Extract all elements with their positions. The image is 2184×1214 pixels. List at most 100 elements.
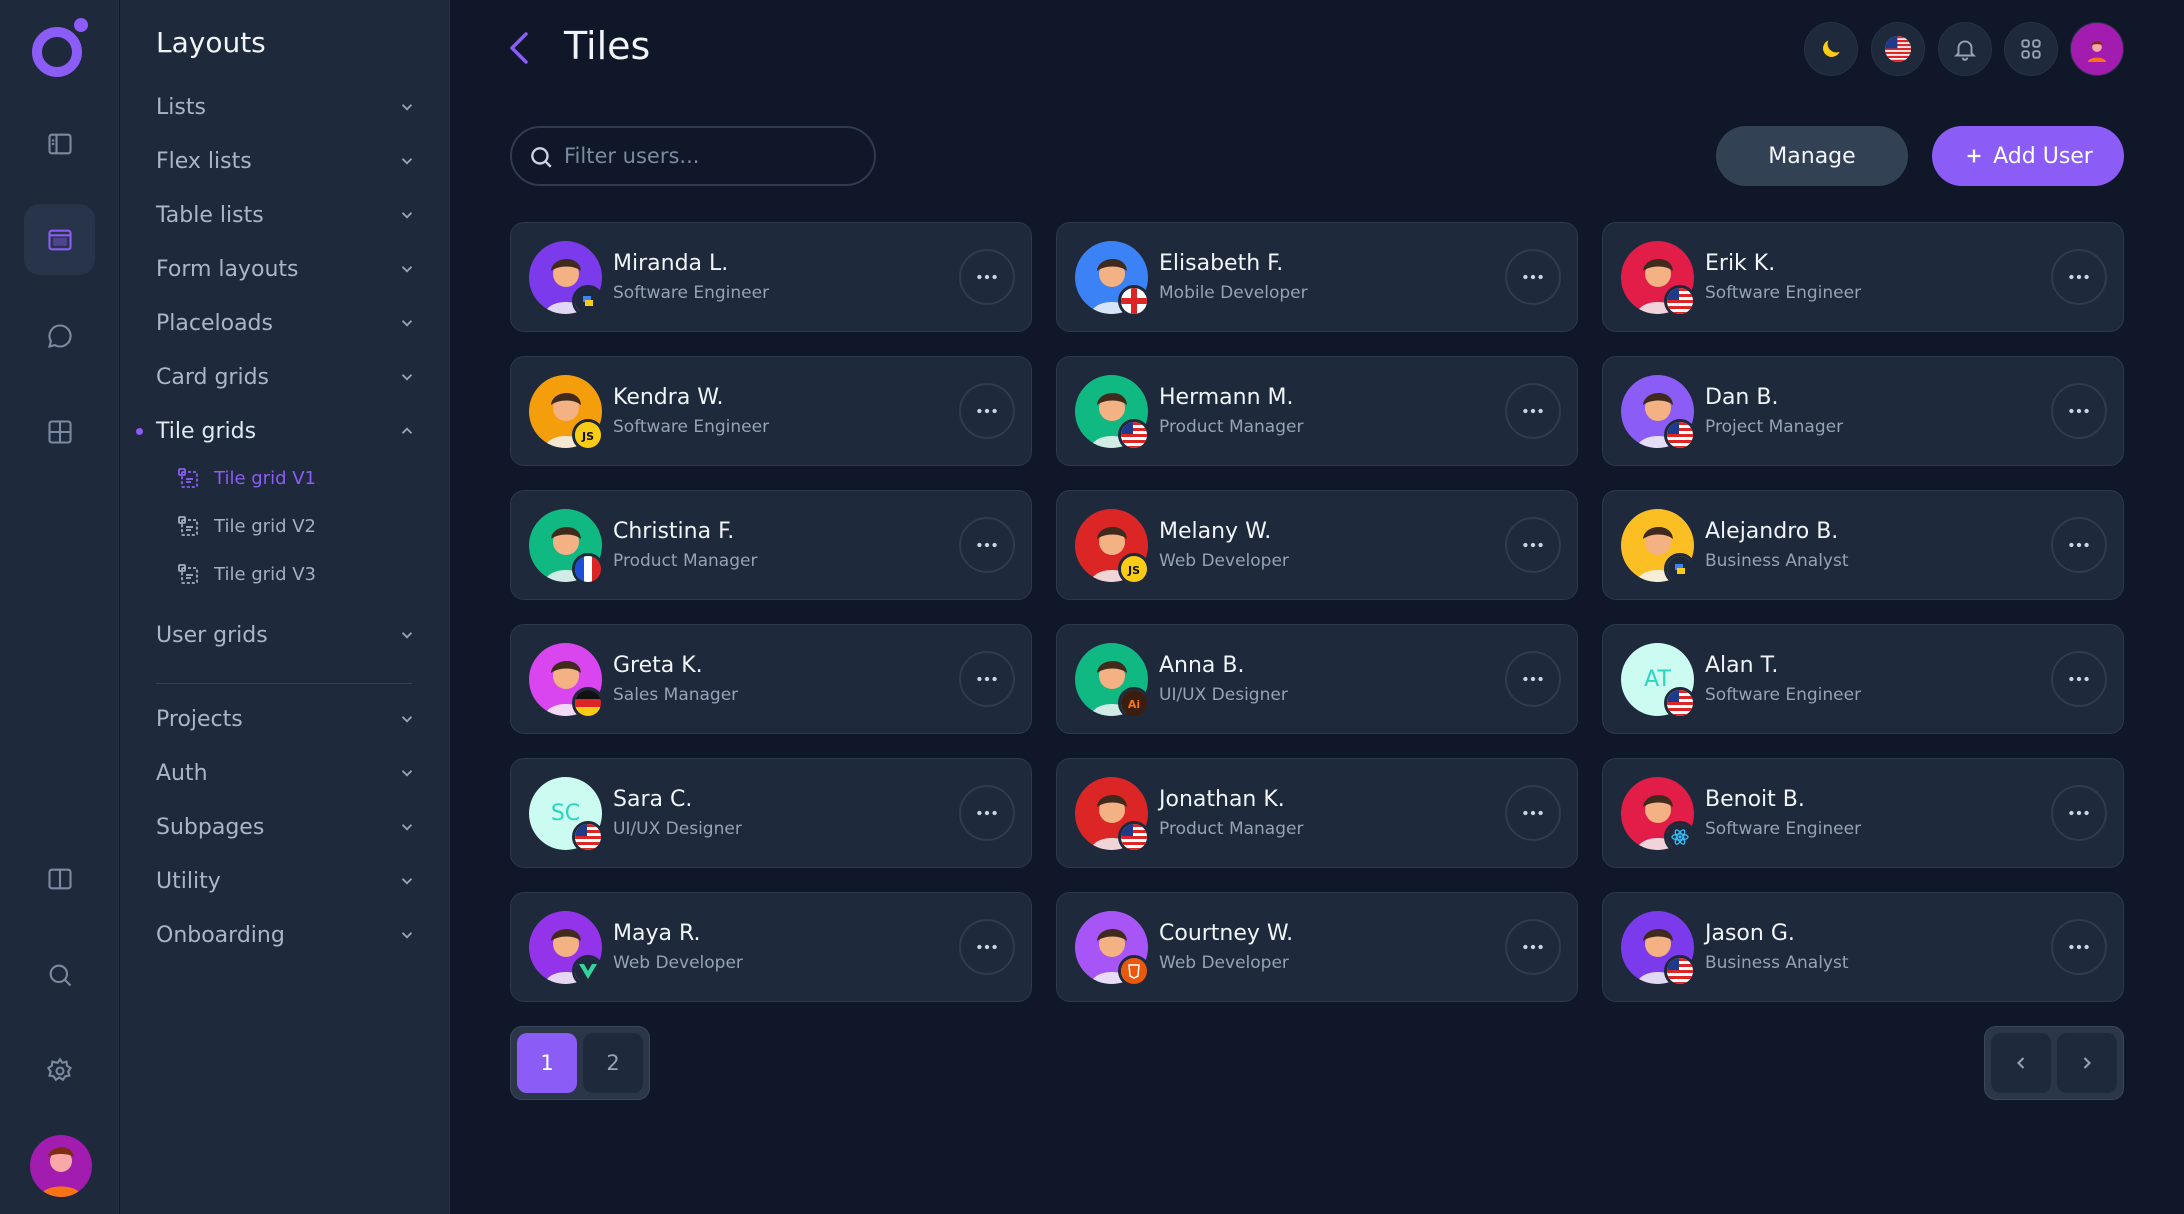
menu-item-utility[interactable]: Utility [156, 861, 416, 901]
submenu-title: Layouts [156, 26, 266, 59]
bell-icon [1953, 40, 1977, 61]
settings-nav-button[interactable] [24, 1035, 95, 1106]
sub-item-label: Tile grid V1 [214, 467, 316, 489]
page-button-1[interactable]: 1 [517, 1033, 577, 1093]
search-nav-button[interactable] [24, 939, 95, 1010]
more-options-button[interactable] [1505, 919, 1561, 975]
filter-users-input[interactable] [564, 144, 854, 168]
user-tile[interactable]: Elisabeth F. Mobile Developer [1056, 222, 1578, 332]
more-options-button[interactable] [2051, 651, 2107, 707]
back-arrow-icon[interactable] [504, 28, 534, 68]
more-options-button[interactable] [1505, 651, 1561, 707]
menu-item-lists[interactable]: Lists [156, 87, 416, 127]
menu-item-label: User grids [156, 622, 268, 648]
menu-item-auth[interactable]: Auth [156, 753, 416, 793]
menu-item-card-grids[interactable]: Card grids [156, 357, 416, 397]
user-tile[interactable]: Courtney W. Web Developer [1056, 892, 1578, 1002]
more-options-button[interactable] [1505, 383, 1561, 439]
user-tile[interactable]: Jason G. Business Analyst [1602, 892, 2124, 1002]
more-options-button[interactable] [959, 517, 1015, 573]
user-tile[interactable]: Christina F. Product Manager [510, 490, 1032, 600]
user-tile[interactable]: Miranda L. Software Engineer [510, 222, 1032, 332]
user-tiles-grid: Miranda L. Software Engineer Elisabeth F. M… [510, 222, 2124, 1002]
more-options-button[interactable] [2051, 785, 2107, 841]
user-tile[interactable]: JS Kendra W. Software Engineer [510, 356, 1032, 466]
manage-button[interactable]: Manage [1716, 126, 1908, 186]
us-badge-icon [1664, 419, 1696, 451]
user-name: Kendra W. [613, 385, 724, 410]
user-tile[interactable]: Hermann M. Product Manager [1056, 356, 1578, 466]
chat-icon [47, 323, 72, 348]
next-page-button[interactable] [2057, 1033, 2117, 1093]
menu-divider [156, 683, 412, 684]
docs-nav-button[interactable] [24, 843, 95, 914]
user-avatar[interactable] [30, 1135, 92, 1197]
menu-item-form-layouts[interactable]: Form layouts [156, 249, 416, 289]
user-name: Melany W. [1159, 519, 1272, 544]
app-logo[interactable] [30, 16, 90, 80]
menu-item-projects[interactable]: Projects [156, 699, 416, 739]
widgets-nav-button[interactable] [24, 396, 95, 467]
user-tile[interactable]: Maya R. Web Developer [510, 892, 1032, 1002]
sub-item-tile-grid-v3[interactable]: Tile grid V3 [176, 558, 316, 590]
dots-horizontal-icon [2069, 274, 2089, 280]
messages-nav-button[interactable] [24, 300, 95, 371]
menu-item-onboarding[interactable]: Onboarding [156, 915, 416, 955]
more-options-button[interactable] [959, 249, 1015, 305]
user-name: Christina F. [613, 519, 735, 544]
chevron-down-icon [401, 374, 413, 381]
user-tile[interactable]: Erik K. Software Engineer [1602, 222, 2124, 332]
user-name: Elisabeth F. [1159, 251, 1284, 276]
apps-button[interactable] [2004, 22, 2058, 76]
more-options-button[interactable] [1505, 517, 1561, 573]
sub-item-tile-grid-v1[interactable]: Tile grid V1 [176, 462, 316, 494]
profile-avatar[interactable] [2070, 22, 2124, 76]
user-role: Business Analyst [1705, 551, 1849, 571]
user-tile[interactable]: Jonathan K. Product Manager [1056, 758, 1578, 868]
more-options-button[interactable] [2051, 249, 2107, 305]
more-options-button[interactable] [959, 383, 1015, 439]
user-role: Product Manager [1159, 819, 1304, 839]
user-name: Alan T. [1705, 653, 1779, 678]
user-tile[interactable]: Ai Anna B. UI/UX Designer [1056, 624, 1578, 734]
layouts-nav-button[interactable] [24, 204, 95, 275]
user-tile[interactable]: JS Melany W. Web Developer [1056, 490, 1578, 600]
user-tile[interactable]: Dan B. Project Manager [1602, 356, 2124, 466]
notifications-button[interactable] [1938, 22, 1992, 76]
react-badge-icon [1664, 821, 1696, 853]
menu-item-label: Utility [156, 868, 221, 894]
sidebar-toggle-button[interactable] [24, 108, 95, 179]
menu-item-tile-grids[interactable]: Tile grids [136, 411, 416, 451]
menu-item-flex-lists[interactable]: Flex lists [156, 141, 416, 181]
more-options-button[interactable] [1505, 785, 1561, 841]
theme-toggle-button[interactable] [1804, 22, 1858, 76]
user-tile[interactable]: AT Alan T. Software Engineer [1602, 624, 2124, 734]
dots-horizontal-icon [2069, 810, 2089, 816]
sidebar-icon [47, 133, 72, 154]
user-role: Web Developer [1159, 953, 1289, 973]
user-tile[interactable]: SC Sara C. UI/UX Designer [510, 758, 1032, 868]
language-button[interactable] [1871, 22, 1925, 76]
dots-horizontal-icon [977, 542, 997, 548]
more-options-button[interactable] [959, 785, 1015, 841]
previous-page-button[interactable] [1991, 1033, 2051, 1093]
menu-item-user-grids[interactable]: User grids [156, 615, 416, 655]
menu-item-table-lists[interactable]: Table lists [156, 195, 416, 235]
sub-item-tile-grid-v2[interactable]: Tile grid V2 [176, 510, 316, 542]
pagination-nav [1984, 1026, 2124, 1100]
more-options-button[interactable] [1505, 249, 1561, 305]
user-tile[interactable]: Alejandro B. Business Analyst [1602, 490, 2124, 600]
dots-horizontal-icon [2069, 542, 2089, 548]
menu-item-subpages[interactable]: Subpages [156, 807, 416, 847]
add-user-button[interactable]: Add User [1932, 126, 2124, 186]
tile-grid-icon [178, 516, 198, 536]
more-options-button[interactable] [959, 651, 1015, 707]
user-tile[interactable]: Benoit B. Software Engineer [1602, 758, 2124, 868]
more-options-button[interactable] [959, 919, 1015, 975]
more-options-button[interactable] [2051, 919, 2107, 975]
more-options-button[interactable] [2051, 517, 2107, 573]
user-tile[interactable]: Greta K. Sales Manager [510, 624, 1032, 734]
more-options-button[interactable] [2051, 383, 2107, 439]
menu-item-placeloads[interactable]: Placeloads [156, 303, 416, 343]
page-button-2[interactable]: 2 [583, 1033, 643, 1093]
